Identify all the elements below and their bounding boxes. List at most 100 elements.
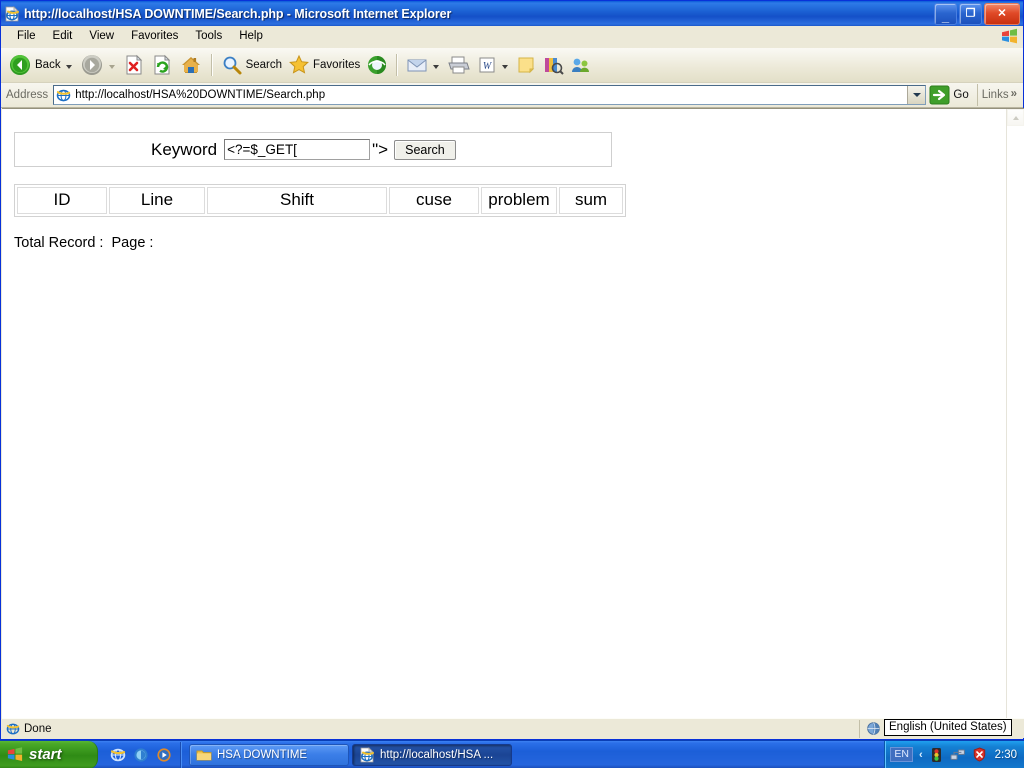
column-header-cuse: cuse (389, 187, 479, 214)
folder-icon (196, 748, 212, 762)
mail-icon (406, 55, 428, 75)
back-icon (8, 53, 32, 77)
security-zone-pane[interactable]: English (United States) (860, 718, 1024, 738)
forward-button[interactable] (77, 51, 120, 79)
taskbar-item-hsa-downtime[interactable]: HSA DOWNTIME (189, 743, 349, 766)
security-shield-icon[interactable] (972, 747, 987, 762)
toolbar-separator (210, 54, 213, 76)
tray-expand-icon[interactable]: ‹ (919, 749, 923, 761)
scroll-track[interactable] (1007, 126, 1024, 719)
menu-item-help[interactable]: Help (231, 29, 271, 45)
window-controls: _ ❐ ✕ (934, 2, 1020, 25)
stop-icon (123, 54, 145, 76)
links-button[interactable]: Links » (976, 84, 1021, 106)
favorites-toolbar-label: Favorites (313, 59, 361, 71)
media-button[interactable] (363, 51, 391, 79)
home-icon (179, 54, 203, 76)
column-header-line: Line (109, 187, 205, 214)
status-text: Done (24, 722, 52, 735)
network-icon[interactable] (950, 748, 966, 762)
address-dropdown-button[interactable] (907, 86, 926, 104)
favorites-icon (288, 54, 310, 76)
column-header-id: ID (17, 187, 107, 214)
address-bar: Address http://localhost/HSA%20DOWNTIME/… (1, 83, 1023, 108)
mail-button[interactable] (403, 51, 444, 79)
traffic-light-icon[interactable] (929, 747, 944, 763)
print-icon (447, 55, 471, 75)
quicklaunch-outlook-icon[interactable] (133, 747, 149, 763)
maximize-icon: ❐ (965, 7, 976, 19)
column-header-shift: Shift (207, 187, 387, 214)
back-dropdown-icon[interactable] (65, 65, 72, 69)
mail-dropdown-icon[interactable] (433, 65, 440, 69)
start-label: start (29, 746, 62, 763)
refresh-button[interactable] (148, 51, 176, 79)
raw-php-artifact-text: "> (372, 139, 389, 159)
ie-page-icon (56, 88, 71, 103)
record-summary: Total Record : Page : (14, 235, 158, 251)
edit-word-button[interactable]: W (474, 51, 513, 79)
desktop: http://localhost/HSA DOWNTIME/Search.php… (0, 0, 1024, 768)
messenger-button[interactable] (567, 51, 595, 79)
taskbar-item-label: HSA DOWNTIME (217, 748, 308, 761)
favorites-toolbar-button[interactable]: Favorites (285, 51, 363, 79)
status-bar: Done English (United States) (2, 718, 1024, 738)
quicklaunch-ie-icon[interactable] (110, 747, 126, 763)
table-header-row: ID Line Shift cuse problem sum (17, 187, 623, 214)
menu-bar: File Edit View Favorites Tools Help (1, 26, 1023, 48)
edit-word-icon: W (477, 55, 497, 75)
address-url-text: http://localhost/HSA%20DOWNTIME/Search.p… (75, 89, 326, 101)
research-button[interactable] (539, 51, 567, 79)
scroll-up-button[interactable] (1007, 109, 1024, 126)
quicklaunch-media-player-icon[interactable] (156, 747, 172, 763)
notes-icon (516, 55, 536, 75)
refresh-icon (151, 54, 173, 76)
search-submit-button[interactable]: Search (394, 139, 456, 160)
go-button[interactable]: Go (926, 85, 974, 105)
menu-item-tools[interactable]: Tools (187, 29, 230, 45)
title-bar[interactable]: http://localhost/HSA DOWNTIME/Search.php… (1, 1, 1023, 26)
language-tooltip: English (United States) (884, 718, 1012, 737)
stop-button[interactable] (120, 51, 148, 79)
status-page-icon (6, 722, 20, 736)
menu-item-favorites[interactable]: Favorites (123, 29, 186, 45)
search-form: Keyword "> Search (14, 132, 612, 167)
back-button[interactable]: Back (5, 51, 77, 79)
menu-item-view[interactable]: View (81, 29, 122, 45)
messenger-icon (570, 55, 592, 75)
research-icon (542, 55, 565, 75)
menu-item-file[interactable]: File (9, 29, 44, 45)
edit-dropdown-icon[interactable] (502, 65, 509, 69)
taskbar: start HSA DOWNTIME http://localhost/HSA … (0, 740, 1024, 768)
taskbar-item-browser[interactable]: http://localhost/HSA ... (352, 743, 512, 766)
results-table: ID Line Shift cuse problem sum (14, 184, 626, 217)
keyword-label: Keyword (151, 139, 218, 159)
language-indicator[interactable]: EN (890, 747, 913, 762)
forward-icon (80, 53, 104, 77)
back-label: Back (35, 59, 61, 71)
search-toolbar-button[interactable]: Search (218, 51, 285, 79)
start-button[interactable]: start (0, 740, 98, 768)
print-button[interactable] (444, 51, 474, 79)
vertical-scrollbar[interactable] (1006, 109, 1024, 719)
forward-dropdown-icon (108, 65, 115, 69)
windows-logo-icon (6, 746, 24, 763)
keyword-input[interactable] (224, 139, 371, 160)
address-input[interactable]: http://localhost/HSA%20DOWNTIME/Search.p… (53, 85, 927, 105)
windows-flag-icon (1000, 28, 1019, 45)
menu-item-edit[interactable]: Edit (45, 29, 81, 45)
home-button[interactable] (176, 51, 206, 79)
minimize-button[interactable]: _ (934, 2, 957, 25)
window-title: http://localhost/HSA DOWNTIME/Search.php… (24, 6, 452, 21)
quick-launch-bar (102, 741, 181, 768)
browser-toolbar: Back Search Favorites W (1, 48, 1023, 83)
notes-button[interactable] (513, 51, 539, 79)
close-button[interactable]: ✕ (984, 2, 1020, 25)
ie-document-icon (359, 746, 375, 763)
system-tray: EN ‹ 2:30 (884, 740, 1024, 768)
clock[interactable]: 2:30 (995, 749, 1017, 761)
taskbar-buttons: HSA DOWNTIME http://localhost/HSA ... (189, 743, 512, 766)
maximize-button[interactable]: ❐ (959, 2, 982, 25)
page-viewport: Keyword "> Search ID Line Shift cuse pro… (2, 108, 1024, 719)
toolbar-separator-2 (396, 54, 399, 76)
